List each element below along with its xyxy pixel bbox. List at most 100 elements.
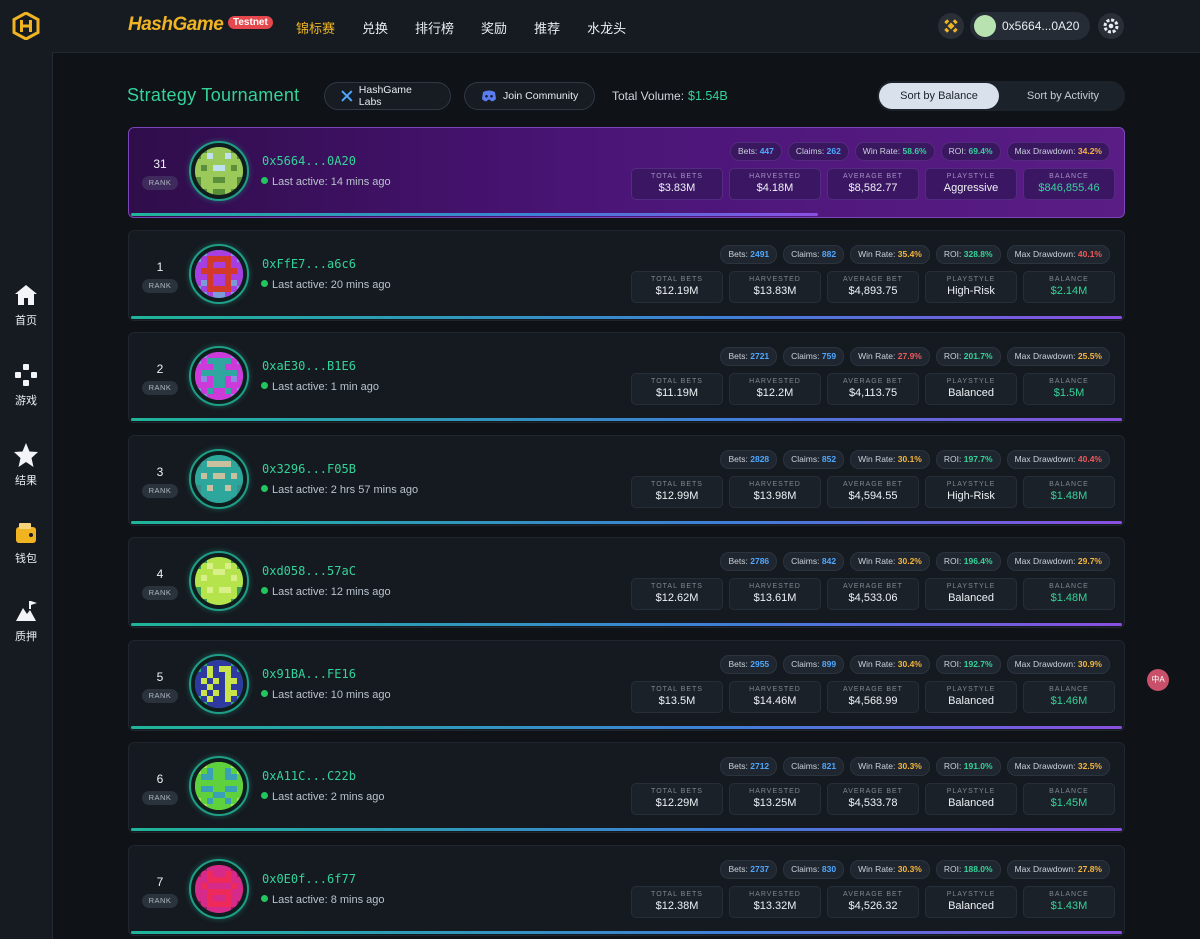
chip-roi: ROI: 188.0%	[935, 860, 1001, 879]
stat-average-bet: AVERAGE BET $4,594.55	[827, 476, 919, 508]
rank-label: RANK	[142, 381, 178, 395]
chip-label: Max Drawdown:	[1014, 761, 1076, 771]
sidebar-item-results[interactable]: 结果	[0, 442, 52, 488]
chip-value: 2786	[750, 556, 770, 566]
nav-referral[interactable]: 推荐	[534, 18, 560, 37]
nav-leaderboard[interactable]: 排行榜	[415, 18, 454, 37]
chip-bets: Bets: 2955	[720, 655, 778, 674]
wallet-address-pill[interactable]: 0x5664...0A20	[970, 12, 1090, 40]
chip-roi: ROI: 197.7%	[935, 450, 1001, 469]
player-address[interactable]: 0xA11C...C22b	[262, 769, 356, 783]
chip-value: 40.4%	[1077, 454, 1102, 464]
sort-by-balance-button[interactable]: Sort by Balance	[879, 83, 999, 109]
player-address[interactable]: 0x91BA...FE16	[262, 667, 356, 681]
join-community-button[interactable]: Join Community	[464, 82, 595, 110]
stat-label: TOTAL BETS	[651, 173, 703, 180]
stat-label: BALANCE	[1049, 891, 1089, 898]
leaderboard-row[interactable]: 7 RANK 0x0E0f...6f77 Last active: 8 mins ag…	[128, 845, 1125, 936]
player-address[interactable]: 0x5664...0A20	[262, 154, 356, 168]
chip-claims: Claims: 262	[787, 142, 849, 161]
nav-faucet[interactable]: 水龙头	[587, 18, 626, 37]
player-address[interactable]: 0x0E0f...6f77	[262, 872, 356, 886]
chip-roi: ROI: 69.4%	[940, 142, 1001, 161]
player-address[interactable]: 0xFfE7...a6c6	[262, 257, 356, 271]
stat-chips: Bets: 2955 Claims: 899 Win Rate: 30.4% ROI:…	[720, 655, 1110, 674]
avatar[interactable]	[189, 449, 249, 509]
bnb-chain-button[interactable]	[938, 13, 964, 39]
hashgame-labs-button[interactable]: HashGame Labs	[324, 82, 451, 110]
player-address[interactable]: 0xaE30...B1E6	[262, 359, 356, 373]
stat-value: Balanced	[948, 695, 994, 707]
chip-win_rate: Win Rate: 58.6%	[854, 142, 935, 161]
stat-playstyle: PLAYSTYLE Balanced	[925, 783, 1017, 815]
stat-value: $1.46M	[1050, 695, 1088, 707]
avatar[interactable]	[189, 244, 249, 304]
settings-button[interactable]	[1098, 13, 1124, 39]
chip-win_rate: Win Rate: 35.4%	[850, 245, 930, 264]
stat-label: PLAYSTYLE	[946, 481, 996, 488]
stat-chips: Bets: 2712 Claims: 821 Win Rate: 30.3% ROI:…	[720, 757, 1110, 776]
stat-label: TOTAL BETS	[651, 788, 703, 795]
stat-playstyle: PLAYSTYLE High-Risk	[925, 476, 1017, 508]
avatar[interactable]	[189, 141, 249, 201]
chip-label: Bets:	[737, 146, 758, 156]
player-address[interactable]: 0x3296...F05B	[262, 462, 356, 476]
stat-label: BALANCE	[1049, 173, 1089, 180]
hashgame-labs-label: HashGame Labs	[358, 84, 412, 108]
chip-value: 447	[759, 146, 774, 156]
avatar[interactable]	[189, 859, 249, 919]
stat-value: $2.14M	[1050, 285, 1088, 297]
chip-label: Claims:	[791, 864, 820, 874]
stat-label: AVERAGE BET	[843, 276, 903, 283]
stat-value: $1.43M	[1050, 900, 1088, 912]
stat-label: TOTAL BETS	[651, 276, 703, 283]
stat-label: TOTAL BETS	[651, 686, 703, 693]
leaderboard-row[interactable]: 2 RANK 0xaE30...B1E6 Last active: 1 min ago…	[128, 332, 1125, 423]
chip-label: ROI:	[943, 249, 962, 259]
sidebar-item-games[interactable]: 游戏	[0, 362, 52, 408]
leaderboard-row[interactable]: 1 RANK 0xFfE7...a6c6 Last active: 20 mins a…	[128, 230, 1125, 321]
sidebar-item-wallet[interactable]: 钱包	[0, 520, 52, 566]
chip-value: 852	[821, 454, 837, 464]
sidebar-item-stake[interactable]: 质押	[0, 598, 52, 644]
progress-bar	[131, 623, 1122, 626]
translate-button[interactable]: 中A	[1147, 669, 1169, 691]
gamepad-icon	[15, 364, 37, 386]
brand-logo[interactable]: HashGame	[128, 14, 224, 36]
stat-label: BALANCE	[1049, 583, 1089, 590]
stat-value: $4,533.78	[848, 797, 898, 809]
leaderboard-row[interactable]: 3 RANK 0x3296...F05B Last active: 2 hrs 57 …	[128, 435, 1125, 526]
avatar[interactable]	[189, 346, 249, 406]
chip-value: 30.4%	[897, 659, 922, 669]
hashgame-logo-icon[interactable]	[12, 12, 40, 40]
sidebar-item-label: 游戏	[15, 395, 37, 407]
stat-average-bet: AVERAGE BET $4,113.75	[827, 373, 919, 405]
nav-tournament[interactable]: 锦标赛	[296, 18, 335, 37]
avatar[interactable]	[189, 654, 249, 714]
sidebar-item-home[interactable]: 首页	[0, 282, 52, 328]
nav-swap[interactable]: 兑换	[362, 18, 388, 37]
stat-chips: Bets: 2721 Claims: 759 Win Rate: 27.9% ROI:…	[720, 347, 1110, 366]
leaderboard-row[interactable]: 4 RANK 0xd058...57aC Last active: 12 mins a…	[128, 537, 1125, 628]
stat-value: $4.18M	[756, 182, 794, 194]
chip-label: ROI:	[943, 659, 962, 669]
rank-label: RANK	[142, 894, 178, 908]
leaderboard-row[interactable]: 5 RANK 0x91BA...FE16 Last active: 10 mins a…	[128, 640, 1125, 731]
progress-bar	[131, 521, 1122, 524]
leaderboard-row[interactable]: 6 RANK 0xA11C...C22b Last active: 2 mins ag…	[128, 742, 1125, 833]
stat-playstyle: PLAYSTYLE Balanced	[925, 373, 1017, 405]
avatar[interactable]	[189, 551, 249, 611]
stat-total-bets: TOTAL BETS $12.38M	[631, 886, 723, 918]
progress-bar	[131, 931, 1122, 934]
player-address[interactable]: 0xd058...57aC	[262, 564, 356, 578]
stat-value: $13.61M	[753, 592, 797, 604]
sort-by-activity-button[interactable]: Sort by Activity	[1003, 83, 1123, 109]
current-user-row[interactable]: 31 RANK 0x5664...0A20 Last active: 14 mins …	[128, 127, 1125, 218]
chip-label: Max Drawdown:	[1014, 864, 1076, 874]
avatar[interactable]	[189, 756, 249, 816]
stat-average-bet: AVERAGE BET $4,526.32	[827, 886, 919, 918]
stat-value: Balanced	[948, 387, 994, 399]
stat-label: AVERAGE BET	[843, 481, 903, 488]
nav-rewards[interactable]: 奖励	[481, 18, 507, 37]
chip-max_drawdown: Max Drawdown: 29.7%	[1006, 552, 1110, 571]
